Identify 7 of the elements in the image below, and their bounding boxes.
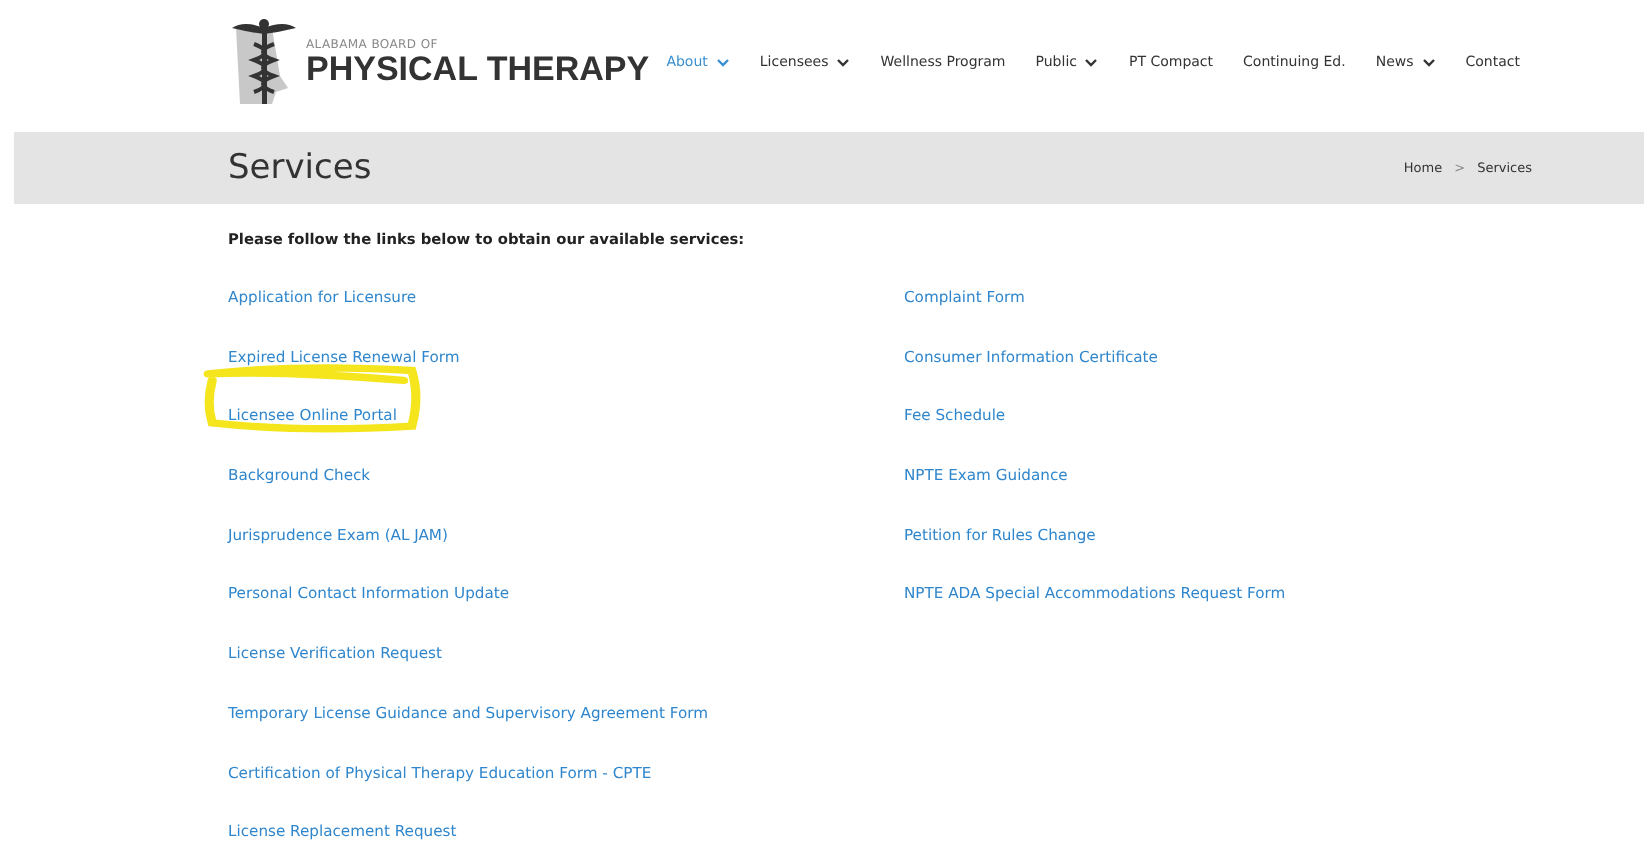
chevron-down-icon — [715, 57, 730, 67]
chevron-down-icon — [836, 57, 851, 67]
page-title: Services — [228, 148, 372, 188]
logo-title: PHYSICAL THERAPY — [306, 51, 650, 87]
chevron-down-icon — [1084, 57, 1099, 67]
chevron-down-icon — [1421, 57, 1436, 67]
caduceus-logo-icon[interactable] — [228, 16, 300, 108]
